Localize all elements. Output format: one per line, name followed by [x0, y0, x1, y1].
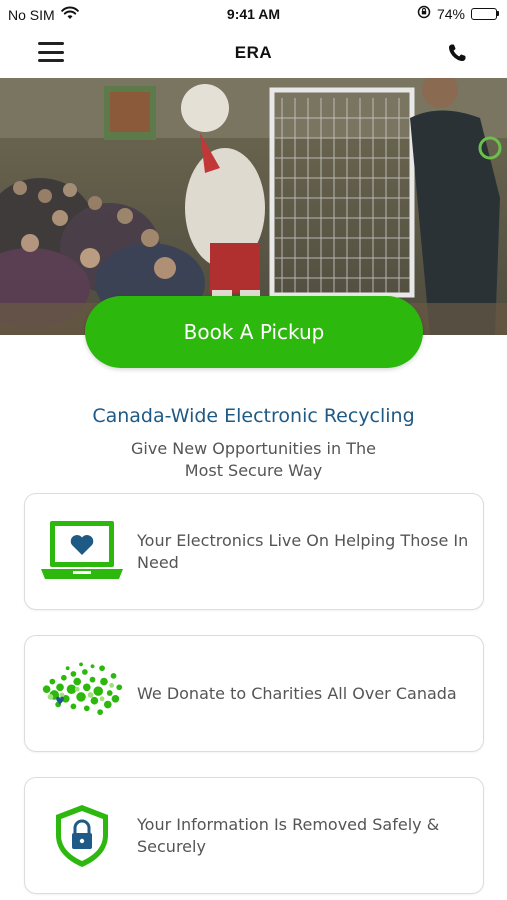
- page-title: ERA: [234, 43, 273, 62]
- card-text: We Donate to Charities All Over Canada: [137, 683, 457, 703]
- status-right: 74%: [417, 5, 499, 22]
- subheadline-line-1: Give New Opportunities in The: [131, 439, 376, 458]
- nav-bar: ERA: [0, 28, 507, 78]
- feature-card-electronics[interactable]: Your Electronics Live On Helping Those I…: [24, 493, 484, 610]
- battery-percent: 74%: [436, 5, 465, 22]
- subheadline-line-2: Most Secure Way: [184, 461, 323, 480]
- card-text: Your Information Is Removed Safely & Sec…: [137, 814, 440, 856]
- orientation-lock-icon: [417, 5, 431, 22]
- book-pickup-button[interactable]: Book A Pickup: [85, 296, 423, 368]
- battery-icon: [471, 7, 499, 20]
- menu-icon[interactable]: [38, 42, 64, 62]
- feature-card-charities[interactable]: We Donate to Charities All Over Canada: [24, 635, 484, 752]
- status-bar: No SIM 9:41 AM 74%: [0, 0, 507, 28]
- phone-icon[interactable]: [445, 41, 469, 65]
- shield-lock-icon: [39, 796, 125, 876]
- canada-map-icon: [39, 654, 125, 734]
- card-text: Your Electronics Live On Helping Those I…: [137, 530, 469, 572]
- section-subheadline: Give New Opportunities in The Most Secur…: [0, 438, 507, 482]
- section-headline: Canada-Wide Electronic Recycling: [92, 405, 415, 427]
- laptop-heart-icon: [39, 512, 125, 592]
- feature-card-security[interactable]: Your Information Is Removed Safely & Sec…: [24, 777, 484, 894]
